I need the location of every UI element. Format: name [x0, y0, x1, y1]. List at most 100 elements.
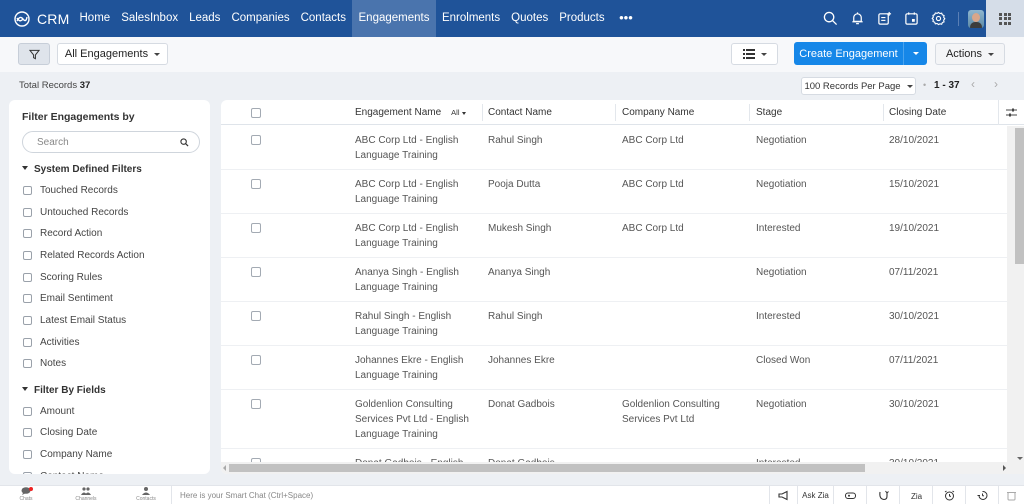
checkbox[interactable] [23, 185, 32, 195]
checkbox[interactable] [23, 293, 32, 303]
nav-tab-quotes[interactable]: Quotes [506, 0, 554, 37]
settings-button[interactable] [926, 7, 950, 31]
recent-items-button[interactable] [965, 486, 998, 504]
nav-tab-engagements[interactable]: Engagements [351, 0, 437, 37]
next-page-button[interactable]: › [994, 77, 998, 91]
column-header-company-name[interactable]: Company Name [622, 100, 694, 125]
filter-closing-date[interactable]: Closing Date [23, 425, 97, 439]
row-checkbox[interactable] [251, 135, 261, 145]
column-divider[interactable] [482, 104, 483, 121]
filter-untouched-records[interactable]: Untouched Records [23, 205, 128, 219]
games-button[interactable] [833, 486, 866, 504]
row-checkbox[interactable] [251, 355, 261, 365]
reminders-button[interactable] [932, 486, 965, 504]
nav-tab-contacts[interactable]: Contacts [295, 0, 351, 37]
previous-page-button[interactable]: ‹ [971, 77, 975, 91]
filter-search-input[interactable]: Search [22, 131, 200, 153]
nav-tab-enrolments[interactable]: Enrolments [436, 0, 505, 37]
checkbox[interactable] [23, 427, 32, 437]
scroll-left-arrow[interactable] [223, 465, 226, 471]
checkbox[interactable] [23, 337, 32, 347]
calendar-button[interactable] [899, 7, 923, 31]
column-header-stage[interactable]: Stage [756, 100, 782, 125]
feedback-button[interactable] [866, 486, 899, 504]
column-divider[interactable] [883, 104, 884, 121]
checkbox[interactable] [23, 358, 32, 368]
filter-email-sentiment[interactable]: Email Sentiment [23, 291, 113, 305]
table-row[interactable]: Ananya Singh - English Language Training A… [221, 258, 1007, 302]
table-row[interactable]: ABC Corp Ltd - English Language Training R… [221, 126, 1007, 170]
table-row[interactable]: Rahul Singh - English Language Training Ra… [221, 302, 1007, 346]
filter-scoring-rules[interactable]: Scoring Rules [23, 270, 102, 284]
cell-engagement-name[interactable]: Johannes Ekre - English Language Training [355, 353, 463, 383]
table-row[interactable]: ABC Corp Ltd - English Language Training M… [221, 214, 1007, 258]
nav-tab-companies[interactable]: Companies [226, 0, 295, 37]
system-defined-filters-toggle[interactable]: System Defined Filters [22, 164, 142, 175]
announcements-button[interactable] [769, 486, 797, 504]
trash-button[interactable] [998, 486, 1024, 504]
notifications-button[interactable] [845, 7, 869, 31]
filter-activities[interactable]: Activities [23, 335, 79, 349]
zia-button[interactable]: Zia [899, 486, 932, 504]
row-checkbox[interactable] [251, 399, 261, 409]
nav-tab-home[interactable]: Home [74, 0, 116, 37]
row-checkbox[interactable] [251, 179, 261, 189]
checkbox[interactable] [23, 406, 32, 416]
custom-view-dropdown[interactable]: All Engagements [57, 43, 168, 65]
filter-touched-records[interactable]: Touched Records [23, 183, 118, 197]
contacts-button[interactable]: Contacts [126, 487, 166, 504]
filter-latest-email-status[interactable]: Latest Email Status [23, 313, 126, 327]
column-header-contact-name[interactable]: Contact Name [488, 100, 552, 125]
apps-launcher-button[interactable] [986, 0, 1024, 37]
create-engagement-button[interactable]: Create Engagement [794, 42, 903, 65]
checkbox[interactable] [23, 250, 32, 260]
table-row[interactable]: ABC Corp Ltd - English Language Training P… [221, 170, 1007, 214]
table-row[interactable]: Goldenlion Consulting Services Pvt Ltd - … [221, 390, 1007, 449]
cell-engagement-name[interactable]: Ananya Singh - English Language Training [355, 265, 459, 295]
column-header-closing-date[interactable]: Closing Date [889, 100, 946, 125]
filter-amount[interactable]: Amount [23, 404, 74, 418]
checkbox[interactable] [23, 449, 32, 459]
row-checkbox[interactable] [251, 223, 261, 233]
nav-tab-products[interactable]: Products [554, 0, 610, 37]
nav-tab-salesinbox[interactable]: SalesInbox [116, 0, 184, 37]
filter-company-name[interactable]: Company Name [23, 447, 112, 461]
column-settings-button[interactable] [998, 100, 1024, 125]
filter-contact-name[interactable]: Contact Name [23, 469, 104, 474]
scroll-right-arrow[interactable] [1003, 465, 1006, 471]
horizontal-scrollbar[interactable] [221, 462, 1024, 474]
smart-chat-input[interactable]: Here is your Smart Chat (Ctrl+Space) [171, 486, 571, 504]
nav-tab-leads[interactable]: Leads [184, 0, 226, 37]
horizontal-scroll-thumb[interactable] [229, 464, 865, 472]
user-avatar[interactable] [968, 9, 984, 28]
add-note-button[interactable] [872, 7, 896, 31]
checkbox[interactable] [23, 228, 32, 238]
checkbox[interactable] [23, 207, 32, 217]
cell-engagement-name[interactable]: ABC Corp Ltd - English Language Training [355, 133, 458, 163]
column-header-engagement-name[interactable]: Engagement Name All [355, 100, 466, 125]
scroll-down-arrow[interactable] [1017, 457, 1023, 460]
filter-notes[interactable]: Notes [23, 356, 66, 370]
actions-dropdown[interactable]: Actions [935, 43, 1005, 65]
select-all-checkbox[interactable] [251, 108, 261, 118]
cell-engagement-name[interactable]: ABC Corp Ltd - English Language Training [355, 221, 458, 251]
more-modules-button[interactable]: ••• [610, 0, 642, 37]
column-divider[interactable] [749, 104, 750, 121]
cell-engagement-name[interactable]: ABC Corp Ltd - English Language Training [355, 177, 458, 207]
vertical-scroll-thumb[interactable] [1015, 128, 1024, 264]
chats-button[interactable]: Chats [6, 487, 46, 504]
crm-logo[interactable]: CRM [0, 0, 74, 37]
filter-record-action[interactable]: Record Action [23, 226, 102, 240]
cell-engagement-name[interactable]: Goldenlion Consulting Services Pvt Ltd - … [355, 397, 469, 442]
records-per-page-dropdown[interactable]: 100 Records Per Page [801, 77, 916, 95]
ask-zia-button[interactable]: Ask Zia [797, 486, 833, 504]
name-filter-dropdown[interactable]: All [451, 108, 466, 117]
checkbox[interactable] [23, 272, 32, 282]
vertical-scrollbar[interactable] [1007, 126, 1024, 462]
checkbox[interactable] [23, 471, 32, 474]
table-row[interactable]: Johannes Ekre - English Language Training… [221, 346, 1007, 390]
view-type-dropdown[interactable] [731, 43, 778, 65]
row-checkbox[interactable] [251, 267, 261, 277]
cell-engagement-name[interactable]: Rahul Singh - English Language Training [355, 309, 451, 339]
create-options-dropdown[interactable] [903, 42, 927, 65]
